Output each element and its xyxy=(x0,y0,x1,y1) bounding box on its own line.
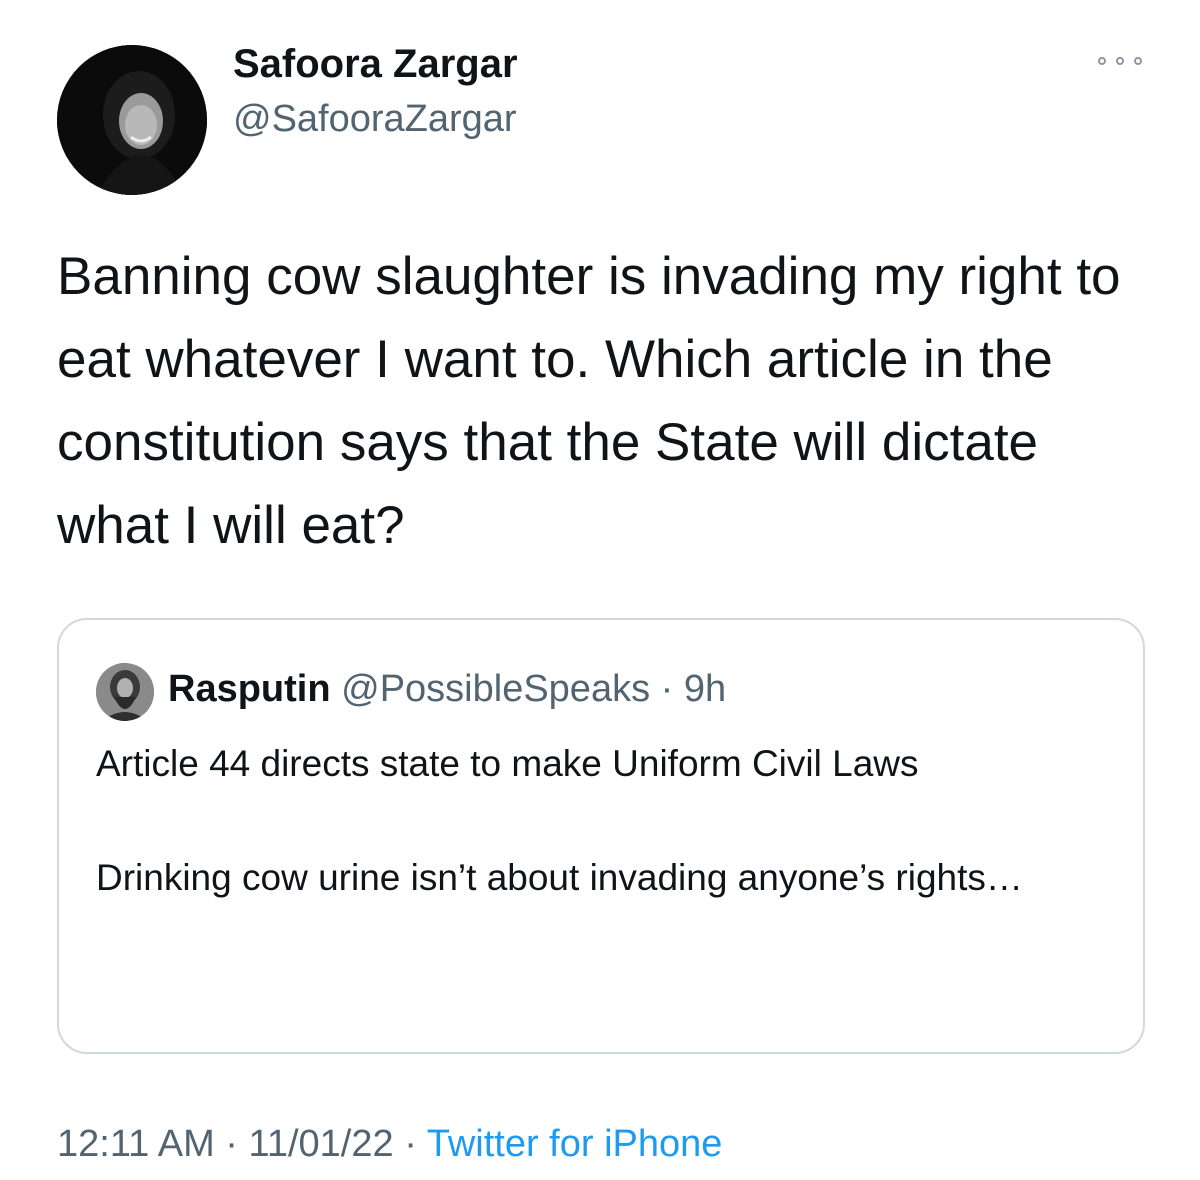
quoted-tweet-text: Article 44 directs state to make Uniform… xyxy=(96,735,1086,906)
tweet: Safoora Zargar @SafooraZargar Banning co… xyxy=(0,0,1200,1180)
author-handle[interactable]: @SafooraZargar xyxy=(233,98,517,141)
quoted-paragraph-2: Drinking cow urine isn’t about invading … xyxy=(96,857,1023,898)
quoted-avatar-image xyxy=(96,663,154,721)
more-options-button[interactable] xyxy=(1092,46,1148,76)
tweet-date[interactable]: 11/01/22 xyxy=(249,1123,394,1165)
tweet-footer: 12:11 AM · 11/01/22 · Twitter for iPhone xyxy=(57,1123,722,1166)
author-name[interactable]: Safoora Zargar xyxy=(233,42,518,87)
more-horizontal-icon xyxy=(1098,57,1106,65)
author-avatar[interactable] xyxy=(57,45,207,195)
quoted-paragraph-1: Article 44 directs state to make Uniform… xyxy=(96,743,919,784)
quoted-tweet-card[interactable]: Rasputin @PossibleSpeaks · 9h Article 44… xyxy=(57,618,1145,1054)
quoted-author-name[interactable]: Rasputin xyxy=(168,668,331,710)
author-avatar-image xyxy=(57,45,207,195)
quoted-tweet-header: Rasputin @PossibleSpeaks · 9h xyxy=(168,668,726,711)
more-horizontal-icon-dot xyxy=(1116,57,1124,65)
quoted-author-handle[interactable]: @PossibleSpeaks xyxy=(341,668,650,710)
quoted-author-avatar[interactable] xyxy=(96,663,154,721)
tweet-source-link[interactable]: Twitter for iPhone xyxy=(427,1123,723,1165)
footer-separator: · xyxy=(225,1123,238,1165)
quoted-separator: · xyxy=(660,668,674,710)
quoted-timestamp[interactable]: 9h xyxy=(684,668,726,710)
tweet-time[interactable]: 12:11 AM xyxy=(57,1123,215,1165)
more-horizontal-icon-dot xyxy=(1134,57,1142,65)
footer-separator: · xyxy=(404,1123,417,1165)
tweet-text: Banning cow slaughter is invading my rig… xyxy=(57,247,1121,555)
